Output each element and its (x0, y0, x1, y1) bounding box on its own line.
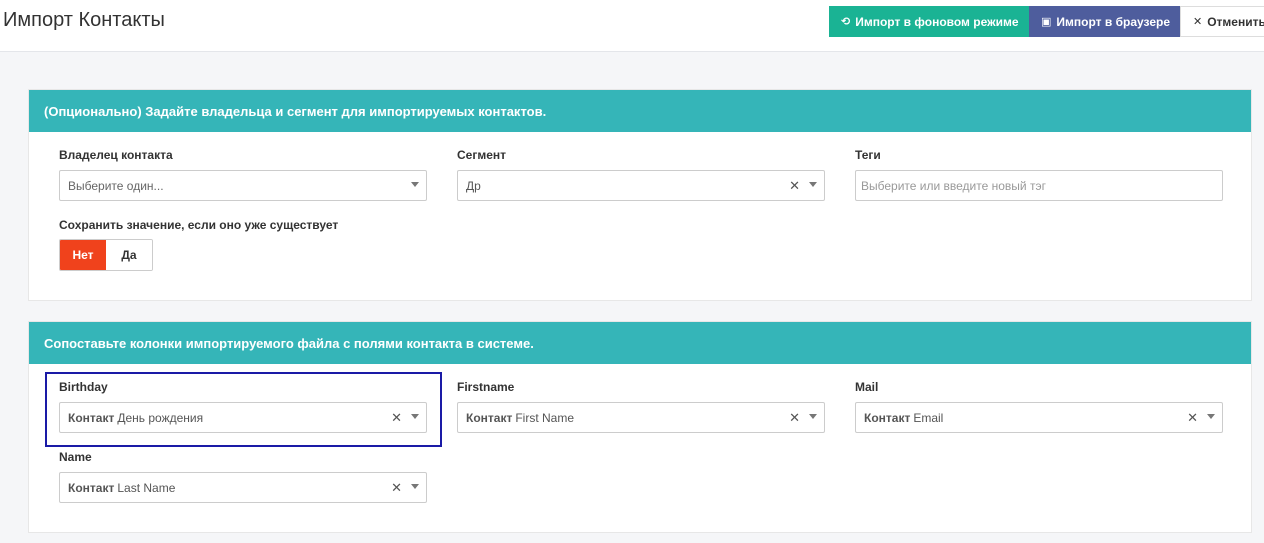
page-title: Импорт Контакты (3, 9, 165, 31)
chevron-down-icon[interactable] (411, 182, 419, 187)
owner-select[interactable]: Выберите один... (59, 170, 427, 201)
mapping-panel-heading: Сопоставьте колонки импортируемого файла… (29, 322, 1251, 364)
import-background-button[interactable]: ⟲ Импорт в фоновом режиме (829, 6, 1029, 37)
tags-placeholder: Выберите или введите новый тэг (861, 178, 1046, 193)
browser-window-icon: ▣ (1041, 16, 1052, 28)
column-mapping-panel: Сопоставьте колонки импортируемого файла… (28, 321, 1252, 533)
keep-existing-toggle: Нет Да (59, 239, 153, 271)
owner-panel-heading: (Опционально) Задайте владельца и сегмен… (29, 90, 1251, 132)
clear-icon[interactable]: ✕ (789, 410, 800, 426)
header-actions: ⟲ Импорт в фоновом режиме ▣ Импорт в бра… (829, 6, 1264, 37)
import-browser-button[interactable]: ▣ Импорт в браузере (1029, 6, 1180, 37)
owner-segment-panel: (Опционально) Задайте владельца и сегмен… (28, 89, 1252, 301)
field-name: First Name (515, 410, 575, 425)
field-name: Email (913, 410, 944, 425)
entity-name: Контакт (466, 410, 513, 425)
chevron-down-icon[interactable] (809, 414, 817, 419)
import-background-label: Импорт в фоновом режиме (855, 14, 1019, 29)
owner-placeholder: Выберите один... (68, 178, 164, 193)
field-name: Last Name (117, 480, 176, 495)
clear-icon[interactable]: ✕ (391, 480, 402, 496)
chevron-down-icon[interactable] (809, 182, 817, 187)
cancel-label: Отменить (1207, 14, 1264, 29)
toggle-no-option[interactable]: Нет (60, 240, 106, 270)
cancel-button[interactable]: ✕ Отменить (1180, 6, 1264, 37)
clear-icon[interactable]: ✕ (789, 178, 800, 194)
segment-label: Сегмент (457, 148, 507, 162)
segment-value: Др (466, 178, 481, 193)
field-name: День рождения (117, 410, 204, 425)
chevron-down-icon[interactable] (411, 484, 419, 489)
entity-name: Контакт (68, 480, 115, 495)
entity-name: Контакт (864, 410, 911, 425)
mapping-select-birthday[interactable]: Контакт День рождения ✕ (59, 402, 427, 433)
entity-name: Контакт (68, 410, 115, 425)
mapping-select-mail[interactable]: Контакт Email ✕ (855, 402, 1223, 433)
mapping-column-label: Mail (855, 380, 879, 394)
tags-label: Теги (855, 148, 881, 162)
mapping-select-firstname[interactable]: Контакт First Name ✕ (457, 402, 825, 433)
mapping-column-label: Name (59, 450, 92, 464)
segment-select[interactable]: Др ✕ (457, 170, 825, 201)
owner-label: Владелец контакта (59, 148, 173, 162)
chevron-down-icon[interactable] (411, 414, 419, 419)
mapping-select-name[interactable]: Контакт Last Name ✕ (59, 472, 427, 503)
clear-icon[interactable]: ✕ (391, 410, 402, 426)
page-header: Импорт Контакты ⟲ Импорт в фоновом режим… (0, 0, 1264, 52)
close-icon: ✕ (1193, 16, 1203, 28)
clear-icon[interactable]: ✕ (1187, 410, 1198, 426)
chevron-down-icon[interactable] (1207, 414, 1215, 419)
toggle-yes-option[interactable]: Да (106, 240, 152, 270)
tags-input[interactable]: Выберите или введите новый тэг (855, 170, 1223, 201)
mapping-column-label: Firstname (457, 380, 515, 394)
history-icon: ⟲ (841, 16, 851, 28)
import-browser-label: Импорт в браузере (1056, 14, 1170, 29)
mapping-column-label: Birthday (59, 380, 108, 394)
keep-existing-label: Сохранить значение, если оно уже существ… (59, 218, 339, 232)
